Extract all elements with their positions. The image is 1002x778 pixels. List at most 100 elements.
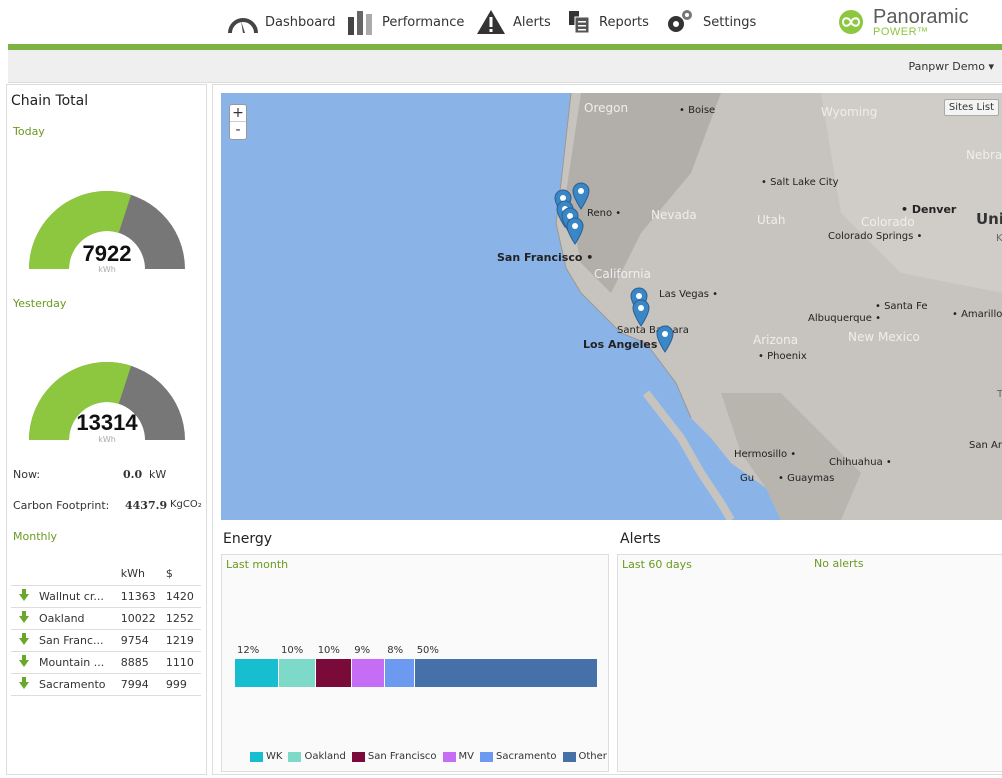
sub-header: Panpwr Demo ▾ bbox=[8, 50, 1002, 83]
main-content: Oregon • Boise Wyoming Nebras • Salt Lak… bbox=[212, 84, 1002, 775]
site-kwh: 8885 bbox=[118, 651, 164, 674]
legend-item[interactable]: Other bbox=[562, 751, 607, 762]
monthly-label: Monthly bbox=[13, 530, 58, 543]
col-arrow bbox=[11, 563, 37, 586]
legend-swatch bbox=[351, 751, 365, 762]
site-kwh: 9754 bbox=[118, 629, 164, 652]
col-site bbox=[37, 563, 119, 586]
legend-label: Oakland bbox=[304, 751, 346, 762]
legend-label: Other bbox=[578, 751, 607, 762]
energy-bar-segment[interactable] bbox=[279, 659, 315, 687]
today-gauge: 7922 kWh bbox=[27, 185, 187, 280]
nav-performance[interactable]: Performance bbox=[346, 6, 464, 38]
legend-item[interactable]: Sacramento bbox=[480, 751, 557, 762]
map-label-california: California bbox=[594, 267, 651, 281]
site-name: San Franc... bbox=[37, 629, 119, 652]
map-label-phoenix: • Phoenix bbox=[758, 351, 807, 362]
site-name: Wallnut cr... bbox=[37, 585, 119, 608]
col-usd: $ bbox=[163, 563, 201, 586]
map-label-guaymas: • Guaymas bbox=[778, 473, 835, 484]
legend-label: Sacramento bbox=[496, 751, 557, 762]
energy-bar-segment[interactable] bbox=[315, 659, 352, 687]
table-row[interactable]: Sacramento 7994 999 bbox=[11, 673, 201, 696]
nav-dashboard[interactable]: Dashboard bbox=[227, 6, 336, 38]
legend-item[interactable]: San Francisco bbox=[351, 751, 437, 762]
energy-bar-pct-label: 9% bbox=[354, 645, 371, 656]
energy-bar-pct-label: 12% bbox=[237, 645, 260, 656]
energy-bar-segment[interactable] bbox=[352, 659, 385, 687]
map-label-uni: Uni bbox=[976, 210, 1002, 228]
site-marker-icon[interactable] bbox=[656, 325, 674, 353]
site-usd: 999 bbox=[163, 673, 201, 696]
nav-reports-label: Reports bbox=[599, 14, 649, 30]
legend-item[interactable]: Oakland bbox=[288, 751, 346, 762]
map-label-boise: • Boise bbox=[679, 105, 716, 116]
site-marker-icon[interactable] bbox=[566, 217, 584, 245]
map-label-t: T bbox=[997, 389, 1002, 400]
chain-total-title: Chain Total bbox=[11, 93, 89, 109]
down-arrow-icon bbox=[11, 673, 37, 696]
nav-alerts-label: Alerts bbox=[513, 14, 551, 30]
energy-bar-segment[interactable] bbox=[385, 659, 414, 687]
nav-alerts[interactable]: Alerts bbox=[475, 6, 551, 38]
energy-bar-segment[interactable] bbox=[414, 659, 597, 687]
table-row[interactable]: San Franc... 9754 1219 bbox=[11, 629, 201, 652]
sites-map[interactable]: Oregon • Boise Wyoming Nebras • Salt Lak… bbox=[221, 93, 1002, 520]
map-label-arizona: Arizona bbox=[753, 333, 799, 347]
map-label-utah: Utah bbox=[757, 213, 786, 227]
chain-total-panel: Chain Total Today 7922 kWh Yesterday 133… bbox=[6, 84, 207, 775]
site-name: Mountain ... bbox=[37, 651, 119, 674]
nav-reports[interactable]: Reports bbox=[567, 6, 649, 38]
map-label-coloradosprings: Colorado Springs • bbox=[828, 231, 923, 242]
site-kwh: 7994 bbox=[118, 673, 164, 696]
energy-bar-pct-label: 50% bbox=[416, 645, 439, 656]
alerts-period: Last 60 days bbox=[622, 558, 692, 571]
carbon-row: Carbon Footprint: 4437.9 KgCO₂ bbox=[13, 499, 203, 512]
nav-settings[interactable]: Settings bbox=[665, 6, 756, 38]
alerts-title: Alerts bbox=[620, 531, 661, 547]
site-usd: 1420 bbox=[163, 585, 201, 608]
legend-swatch bbox=[480, 751, 494, 762]
zoom-out-button[interactable]: - bbox=[230, 122, 246, 139]
alerts-empty-message: No alerts bbox=[814, 557, 864, 570]
gear-icon bbox=[668, 10, 692, 32]
carbon-unit: KgCO₂ bbox=[170, 499, 202, 510]
sites-list-button[interactable]: Sites List bbox=[943, 99, 999, 116]
down-arrow-icon bbox=[11, 585, 37, 608]
map-label-albuquerque: Albuquerque • bbox=[808, 313, 881, 324]
map-label-gu: Gu bbox=[740, 473, 755, 484]
now-row: Now: 0.0 kW bbox=[13, 468, 203, 481]
top-navigation: Dashboard Performance Alerts Reports Set… bbox=[0, 0, 1002, 44]
legend-item[interactable]: MV bbox=[442, 751, 474, 762]
zoom-in-button[interactable]: + bbox=[230, 105, 246, 122]
down-arrow-icon bbox=[11, 607, 37, 630]
table-row[interactable]: Mountain ... 8885 1110 bbox=[11, 651, 201, 674]
gauge-icon bbox=[228, 18, 258, 34]
monthly-table: kWh $ Wallnut cr... 11363 1420 Oakland 10022… bbox=[11, 563, 201, 696]
nav-dashboard-label: Dashboard bbox=[265, 14, 336, 30]
table-row[interactable]: Wallnut cr... 11363 1420 bbox=[11, 585, 201, 608]
brand-logo[interactable]: Panoramic POWER™ bbox=[835, 2, 969, 42]
map-label-hermosillo: Hermosillo • bbox=[734, 449, 797, 460]
bars-icon bbox=[348, 11, 372, 35]
map-label-reno: Reno • bbox=[587, 208, 622, 219]
legend-label: WK bbox=[266, 751, 283, 762]
site-usd: 1252 bbox=[163, 607, 201, 630]
zoom-control: + - bbox=[229, 104, 247, 140]
map-label-chihuahua: Chihuahua • bbox=[829, 457, 892, 468]
energy-bar-pct-label: 8% bbox=[387, 645, 404, 656]
legend-label: San Francisco bbox=[367, 751, 437, 762]
site-marker-icon[interactable] bbox=[572, 182, 590, 210]
energy-bar-pct-label: 10% bbox=[317, 645, 340, 656]
site-usd: 1219 bbox=[163, 629, 201, 652]
col-kwh: kWh bbox=[118, 563, 164, 586]
user-menu[interactable]: Panpwr Demo ▾ bbox=[908, 60, 994, 73]
now-unit: kW bbox=[149, 468, 167, 481]
energy-title: Energy bbox=[223, 531, 273, 547]
legend-item[interactable]: WK bbox=[250, 751, 282, 762]
carbon-value: 4437.9 bbox=[125, 499, 168, 512]
map-label-oregon: Oregon bbox=[584, 101, 629, 115]
table-row[interactable]: Oakland 10022 1252 bbox=[11, 607, 201, 630]
site-marker-icon[interactable] bbox=[632, 299, 650, 327]
energy-bar-segment[interactable] bbox=[235, 659, 278, 687]
